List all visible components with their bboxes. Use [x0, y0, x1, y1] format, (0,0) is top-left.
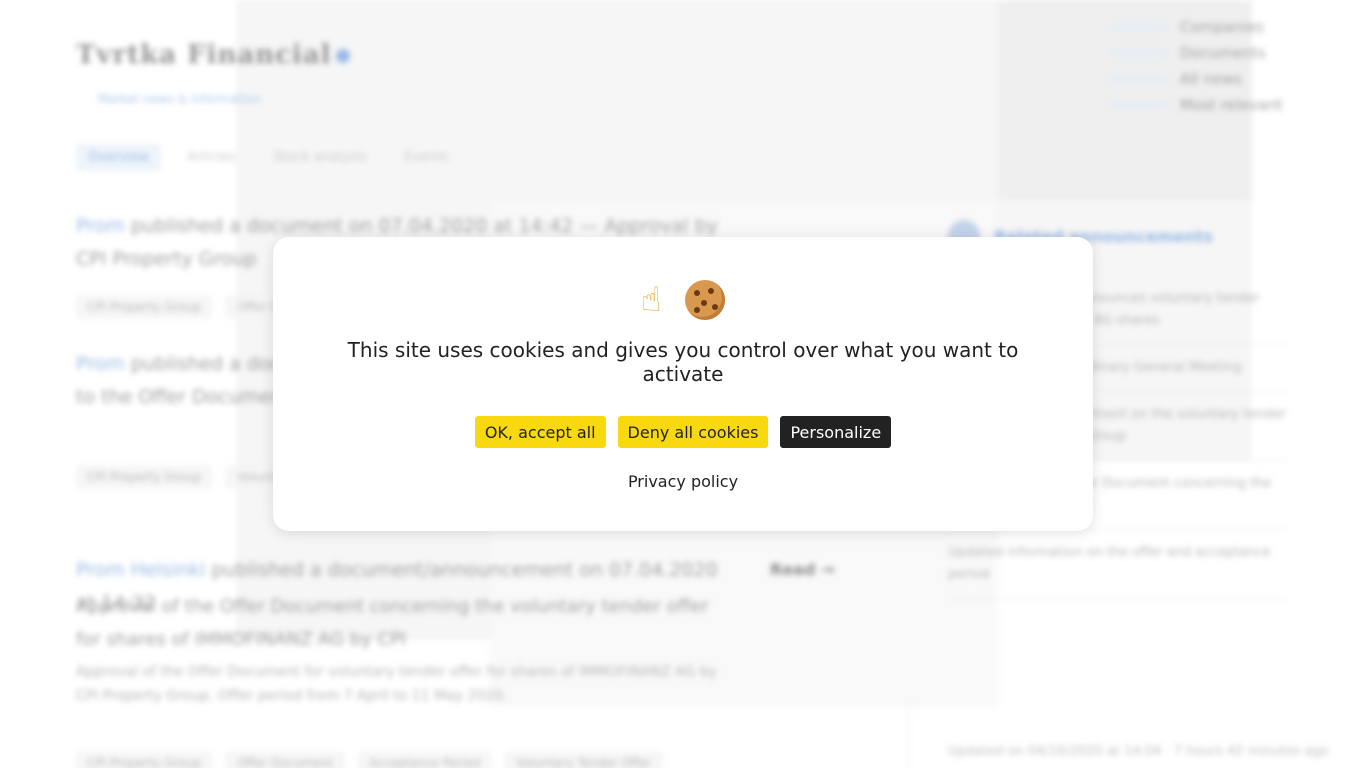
cookie-chip	[712, 304, 719, 310]
accept-all-button[interactable]: OK, accept all	[474, 416, 606, 448]
modal-icons: ☝	[273, 277, 1093, 322]
pointing-finger-icon: ☝	[640, 280, 662, 320]
cookie-chip	[708, 288, 715, 294]
cookie-message: This site uses cookies and gives you con…	[347, 338, 1019, 386]
privacy-policy-link[interactable]: Privacy policy	[628, 472, 738, 491]
personalize-button[interactable]: Personalize	[780, 416, 892, 448]
cookie-consent-dialog: ☝ This site uses cookies and gives you c…	[273, 237, 1093, 531]
deny-all-button[interactable]: Deny all cookies	[617, 416, 769, 448]
cookie-chip	[694, 307, 701, 313]
cookie-chip	[701, 300, 708, 306]
cookie-icon	[685, 280, 726, 320]
cookie-chip	[694, 290, 701, 296]
cookie-actions: OK, accept all Deny all cookies Personal…	[273, 416, 1093, 448]
